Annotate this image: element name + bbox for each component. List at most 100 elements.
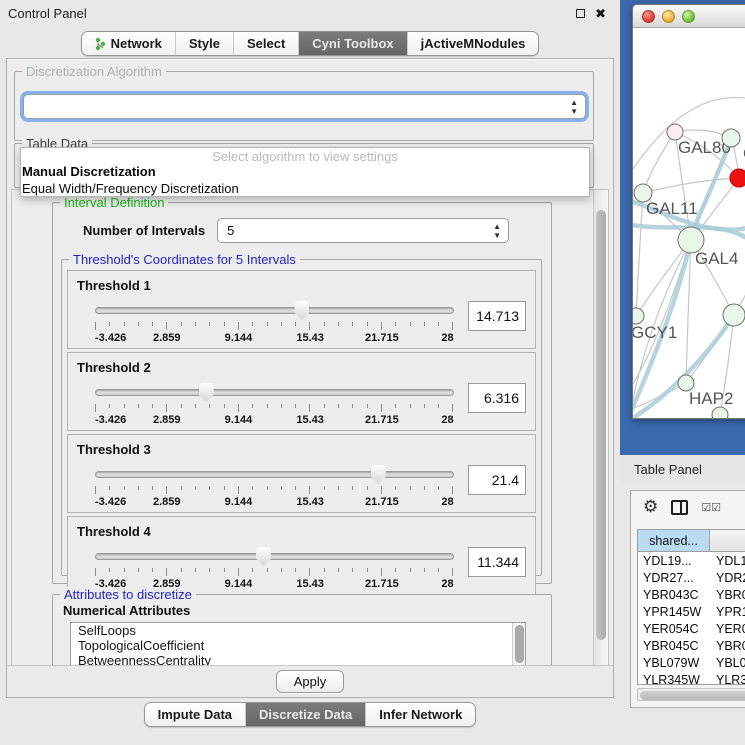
threshold-panel-3: Threshold 3 -3.4262.8599.14415.4321.71528… bbox=[67, 434, 536, 513]
tab-style[interactable]: Style bbox=[175, 32, 233, 55]
table-row[interactable]: YDL19...YDL1 bbox=[638, 552, 745, 569]
select-columns-checkboxes-icon[interactable]: ☑☑ bbox=[701, 501, 721, 514]
table-horizontal-scrollbar-thumb[interactable] bbox=[640, 691, 745, 700]
zoom-traffic-light-icon[interactable] bbox=[682, 10, 695, 23]
attributes-list-scrollbar[interactable] bbox=[512, 623, 525, 667]
close-icon[interactable]: ✖ bbox=[595, 9, 606, 18]
threshold-value-field[interactable]: 14.713 bbox=[468, 301, 526, 331]
threshold-value-field[interactable]: 11.344 bbox=[468, 547, 526, 577]
algorithm-option-manual[interactable]: Manual Discretization bbox=[22, 164, 156, 179]
node-table[interactable]: shared... na YDL19...YDL1YDR27...YDR2YBR… bbox=[637, 529, 745, 685]
tab-jactivemnodules[interactable]: jActiveMNodules bbox=[407, 32, 539, 55]
slider-thumb[interactable] bbox=[256, 547, 271, 566]
algorithm-combobox[interactable]: ▲▼ bbox=[23, 94, 586, 119]
bottom-tab-discretize-data[interactable]: Discretize Data bbox=[245, 703, 365, 726]
threshold-slider-1[interactable]: -3.4262.8599.14415.4321.71528 bbox=[95, 301, 454, 345]
table-cell[interactable]: YLR345W bbox=[638, 673, 710, 686]
attribute-list-item[interactable]: SelfLoops bbox=[71, 623, 525, 638]
table-row[interactable]: YBR045CYBR0 bbox=[638, 637, 745, 654]
attributes-list-scrollbar-thumb[interactable] bbox=[515, 625, 524, 663]
network-node[interactable] bbox=[712, 407, 728, 419]
table-row[interactable]: YER054CYER0 bbox=[638, 620, 745, 637]
table-cell[interactable]: YBR0 bbox=[710, 639, 745, 653]
settings-vertical-scrollbar[interactable] bbox=[593, 190, 608, 666]
slider-tick-labels: -3.4262.8599.14415.4321.71528 bbox=[95, 496, 454, 509]
table-cell[interactable]: YDR27... bbox=[638, 571, 710, 585]
table-cell[interactable]: YLR3 bbox=[710, 673, 745, 686]
tab-cyni-toolbox[interactable]: Cyni Toolbox bbox=[298, 32, 406, 55]
threshold-label: Threshold 3 bbox=[77, 442, 526, 457]
table-cell[interactable]: YBL0 bbox=[710, 656, 745, 670]
threshold-slider-4[interactable]: -3.4262.8599.14415.4321.71528 bbox=[95, 547, 454, 591]
table-cell[interactable]: YDR2 bbox=[710, 571, 745, 585]
slider-ticks bbox=[95, 322, 454, 331]
table-cell[interactable]: YPR1 bbox=[710, 605, 745, 619]
table-cell[interactable]: YBR0 bbox=[710, 588, 745, 602]
slider-thumb[interactable] bbox=[199, 383, 214, 402]
threshold-label: Threshold 2 bbox=[77, 360, 526, 375]
network-node-gcy1[interactable] bbox=[633, 308, 644, 324]
slider-track[interactable] bbox=[95, 553, 454, 560]
network-node-c[interactable] bbox=[730, 169, 745, 187]
table-header-shared-name[interactable]: shared... bbox=[638, 530, 710, 552]
number-of-intervals-value: 5 bbox=[227, 223, 234, 238]
apply-button[interactable]: Apply bbox=[276, 670, 345, 693]
table-cell[interactable]: YBL079W bbox=[638, 656, 710, 670]
slider-ticks bbox=[95, 404, 454, 413]
table-horizontal-scrollbar[interactable] bbox=[637, 688, 745, 701]
table-cell[interactable]: YER0 bbox=[710, 622, 745, 636]
threshold-slider-2[interactable]: -3.4262.8599.14415.4321.71528 bbox=[95, 383, 454, 427]
network-node-label: GAL4 bbox=[695, 249, 738, 268]
right-region: GAL80G.CGAL11GAL4GCY1HHAP2 Table Panel ⚙… bbox=[620, 0, 745, 745]
threshold-value-field[interactable]: 6.316 bbox=[468, 383, 526, 413]
algorithm-option-equal-width[interactable]: Equal Width/Frequency Discretization bbox=[22, 181, 239, 196]
table-row[interactable]: YDR27...YDR2 bbox=[638, 569, 745, 586]
tab-network[interactable]: Network bbox=[82, 32, 175, 55]
threshold-label: Threshold 4 bbox=[77, 524, 526, 539]
network-edge[interactable] bbox=[636, 193, 643, 316]
table-row[interactable]: YPR145WYPR1 bbox=[638, 603, 745, 620]
columns-icon[interactable] bbox=[671, 500, 688, 515]
settings-scrollbar-thumb[interactable] bbox=[596, 210, 606, 640]
number-of-intervals-combobox[interactable]: 5 ▲▼ bbox=[217, 218, 509, 243]
threshold-slider-3[interactable]: -3.4262.8599.14415.4321.71528 bbox=[95, 465, 454, 509]
table-row[interactable]: YLR345WYLR3 bbox=[638, 671, 745, 685]
network-graph: GAL80G.CGAL11GAL4GCY1HHAP2 bbox=[633, 28, 745, 419]
bottom-tab-infer-network[interactable]: Infer Network bbox=[365, 703, 475, 726]
network-canvas[interactable]: GAL80G.CGAL11GAL4GCY1HHAP2 bbox=[633, 28, 745, 419]
minimize-traffic-light-icon[interactable] bbox=[662, 10, 675, 23]
network-edge[interactable] bbox=[643, 132, 675, 193]
table-panel-titlebar: Table Panel bbox=[620, 455, 745, 483]
table-cell[interactable]: YPR145W bbox=[638, 605, 710, 619]
network-node-h[interactable] bbox=[723, 304, 745, 326]
attribute-list-item[interactable]: TopologicalCoefficient bbox=[71, 638, 525, 653]
slider-thumb[interactable] bbox=[294, 301, 309, 320]
table-header-name[interactable]: na bbox=[710, 530, 745, 552]
settings-scrollpane: Interval Definition Number of Intervals … bbox=[11, 189, 609, 667]
slider-thumb[interactable] bbox=[371, 465, 386, 484]
table-cell[interactable]: YBR045C bbox=[638, 639, 710, 653]
slider-track[interactable] bbox=[95, 389, 454, 396]
close-traffic-light-icon[interactable] bbox=[642, 10, 655, 23]
gear-icon[interactable]: ⚙ bbox=[643, 499, 658, 515]
table-cell[interactable]: YDL1 bbox=[710, 554, 745, 568]
network-node-g[interactable] bbox=[722, 129, 740, 147]
table-row[interactable]: YBL079WYBL0 bbox=[638, 654, 745, 671]
threshold-value-field[interactable]: 21.4 bbox=[468, 465, 526, 495]
bottom-tab-impute-data[interactable]: Impute Data bbox=[145, 703, 245, 726]
slider-track[interactable] bbox=[95, 471, 454, 478]
panel-title: Control Panel bbox=[8, 6, 87, 21]
float-window-icon[interactable] bbox=[576, 9, 585, 18]
table-row[interactable]: YBR043CYBR0 bbox=[638, 586, 745, 603]
slider-track[interactable] bbox=[95, 307, 454, 314]
tab-select[interactable]: Select bbox=[233, 32, 298, 55]
tab-label: Cyni Toolbox bbox=[312, 36, 393, 51]
table-panel-title: Table Panel bbox=[634, 462, 702, 477]
numerical-attributes-list[interactable]: SelfLoopsTopologicalCoefficientBetweenne… bbox=[70, 622, 526, 668]
table-cell[interactable]: YDL19... bbox=[638, 554, 710, 568]
apply-strip: Apply bbox=[7, 665, 613, 697]
table-cell[interactable]: YER054C bbox=[638, 622, 710, 636]
network-edge[interactable] bbox=[643, 178, 739, 193]
threshold-panel-4: Threshold 4 -3.4262.8599.14415.4321.71528… bbox=[67, 516, 536, 595]
table-cell[interactable]: YBR043C bbox=[638, 588, 710, 602]
